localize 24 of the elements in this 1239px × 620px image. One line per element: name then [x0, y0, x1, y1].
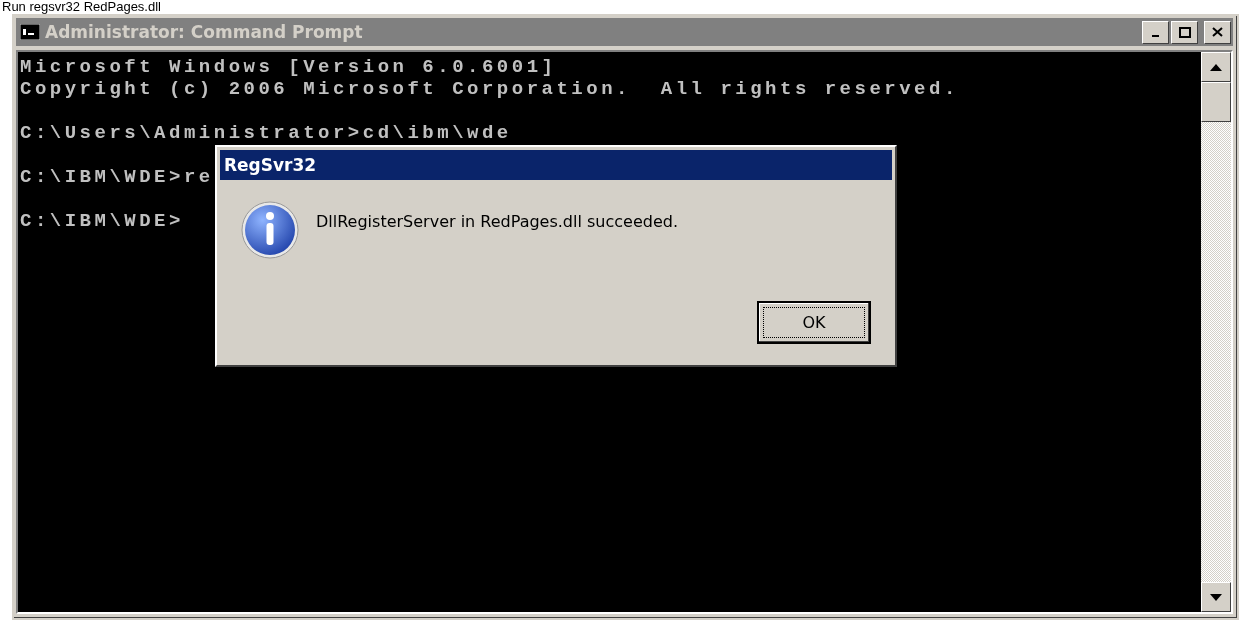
console-line: Microsoft Windows [Version 6.0.6001]	[20, 56, 557, 78]
scrollbar[interactable]	[1201, 52, 1231, 612]
up-arrow-icon	[1210, 63, 1222, 71]
dialog-title: RegSvr32	[220, 150, 892, 180]
console-line: C:\Users\Administrator>cd\ibm\wde	[20, 122, 512, 144]
down-arrow-icon	[1210, 593, 1222, 601]
minimize-icon	[1152, 35, 1159, 37]
window-title: Administrator: Command Prompt	[45, 22, 363, 42]
close-icon	[1212, 27, 1223, 37]
maximize-button[interactable]	[1171, 20, 1198, 44]
close-button[interactable]	[1204, 20, 1231, 44]
console-icon	[20, 24, 40, 40]
maximize-icon	[1178, 26, 1191, 38]
scroll-down-button[interactable]	[1201, 582, 1231, 612]
caption-text: Run regsvr32 RedPages.dll	[1, 0, 162, 14]
console-line: Copyright (c) 2006 Microsoft Corporation. All rights reserved.	[20, 78, 959, 100]
ok-button[interactable]: OK	[757, 301, 871, 344]
info-icon	[240, 200, 300, 260]
dialog-message: DllRegisterServer in RedPages.dll succeeded.	[316, 211, 678, 231]
console-line: C:\IBM\WDE>re	[20, 166, 214, 188]
minimize-button[interactable]	[1142, 20, 1169, 44]
console-line: C:\IBM\WDE>	[20, 210, 184, 232]
scroll-thumb[interactable]	[1201, 82, 1231, 122]
scroll-up-button[interactable]	[1201, 52, 1231, 82]
